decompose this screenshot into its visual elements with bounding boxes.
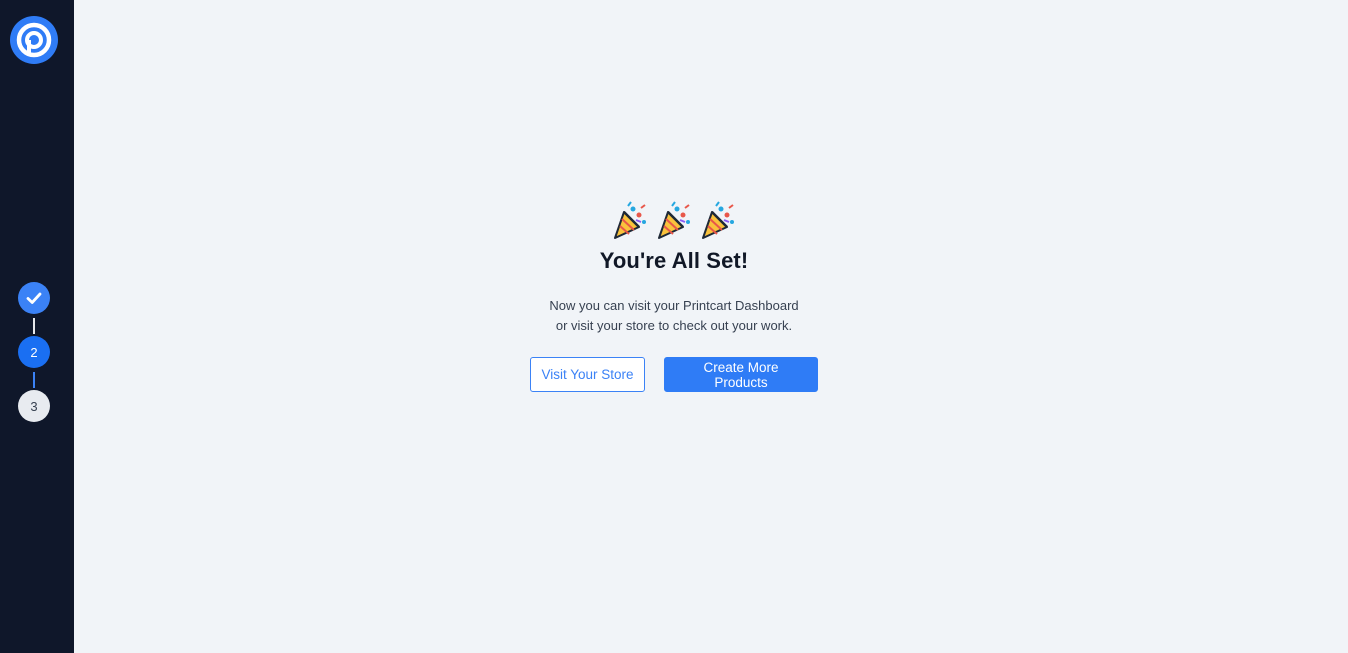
success-panel: You're All Set! Now you can visit your P… (74, 200, 1274, 392)
printcart-logo-icon[interactable] (10, 16, 58, 64)
description-line-2: or visit your store to check out your wo… (555, 318, 793, 333)
app-window: 2 3 You're All Set! Now you can visit yo… (0, 0, 1348, 653)
check-icon (26, 292, 42, 304)
party-popper-icon (614, 201, 646, 239)
visit-store-button[interactable]: Visit Your Store (530, 357, 645, 392)
step-number: 2 (30, 344, 38, 360)
action-buttons: Visit Your Store Create More Products (74, 357, 1274, 392)
celebration-emojis (74, 200, 1274, 242)
sidebar: 2 3 (0, 0, 74, 653)
page-title: You're All Set! (599, 248, 749, 273)
step-number: 3 (30, 398, 38, 414)
description: Now you can visit your Printcart Dashboa… (74, 296, 1274, 336)
party-popper-icon (658, 201, 690, 239)
party-popper-icon (702, 201, 734, 239)
description-line-1: Now you can visit your Printcart Dashboa… (549, 298, 799, 313)
main-content: You're All Set! Now you can visit your P… (74, 0, 1348, 653)
create-more-products-button[interactable]: Create More Products (664, 357, 818, 392)
step-3-upcoming[interactable]: 3 (18, 390, 50, 422)
step-connector (33, 372, 35, 388)
step-2-current[interactable]: 2 (18, 336, 50, 368)
step-connector (33, 318, 35, 334)
step-1-completed[interactable] (18, 282, 50, 314)
